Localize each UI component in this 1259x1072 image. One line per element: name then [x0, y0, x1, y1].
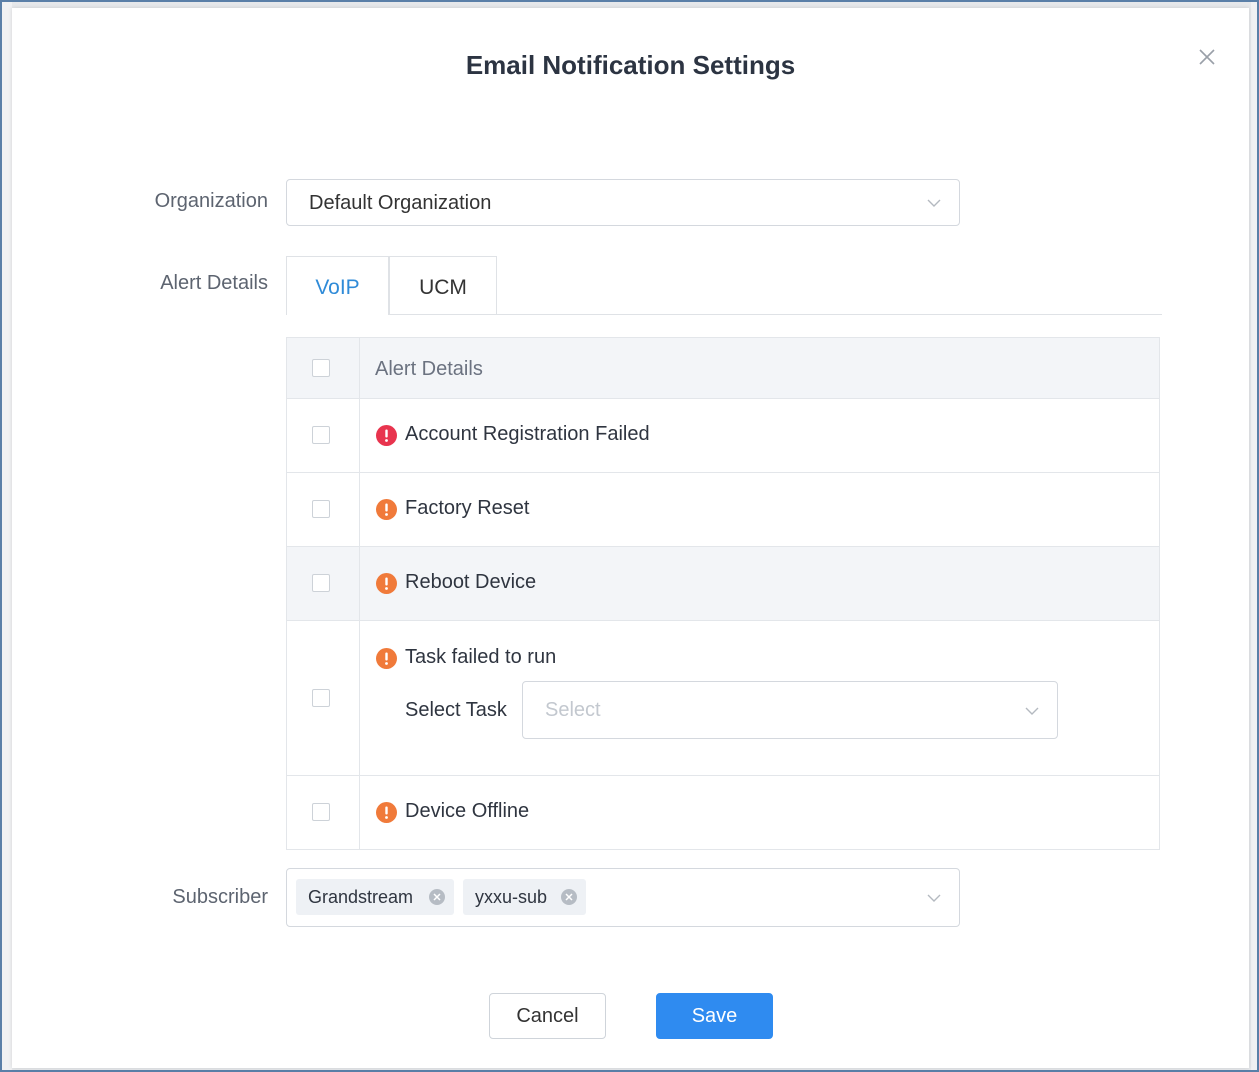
subscriber-select[interactable]: Grandstream yxxu-sub: [286, 868, 960, 927]
save-button[interactable]: Save: [656, 993, 773, 1039]
select-task-placeholder: Select: [545, 699, 601, 721]
remove-tag-icon[interactable]: [429, 889, 445, 905]
row-checkbox[interactable]: [312, 689, 330, 707]
subscriber-tag: yxxu-sub: [463, 879, 586, 915]
remove-tag-icon[interactable]: [561, 889, 577, 905]
subscriber-tag-label: yxxu-sub: [475, 887, 548, 907]
alert-warning-icon: [376, 573, 397, 594]
alert-table: Alert Details Account Registration Faile…: [286, 337, 1160, 850]
organization-label: Organization: [154, 190, 268, 212]
row-checkbox[interactable]: [312, 426, 330, 444]
table-row: Device Offline: [287, 776, 1159, 850]
table-row: Factory Reset: [287, 473, 1159, 547]
select-task-label: Select Task: [405, 699, 507, 721]
tab-ucm[interactable]: UCM: [389, 256, 497, 314]
alert-warning-icon: [376, 648, 397, 669]
select-all-checkbox[interactable]: [312, 359, 330, 377]
alert-warning-icon: [376, 802, 397, 823]
organization-value: Default Organization: [309, 192, 492, 214]
row-checkbox[interactable]: [312, 574, 330, 592]
subscriber-label: Subscriber: [172, 886, 268, 908]
row-checkbox[interactable]: [312, 803, 330, 821]
background-page-left: [2, 2, 12, 1070]
alert-label: Account Registration Failed: [405, 423, 650, 445]
window-border-top: [0, 0, 1259, 2]
table-header-row: Alert Details: [287, 338, 1159, 399]
row-checkbox[interactable]: [312, 500, 330, 518]
select-all-cell: [287, 338, 360, 398]
table-row: Task failed to run Select Task Select: [287, 621, 1159, 776]
subscriber-tag-label: Grandstream: [308, 887, 414, 907]
cancel-button[interactable]: Cancel: [489, 993, 606, 1039]
background-page-right: [1251, 2, 1257, 1070]
table-row: Reboot Device: [287, 547, 1159, 621]
alert-critical-icon: [376, 425, 397, 446]
select-task-dropdown[interactable]: Select: [522, 681, 1058, 739]
table-header-label: Alert Details: [375, 358, 483, 380]
subscriber-tag: Grandstream: [296, 879, 454, 915]
chevron-down-icon: [927, 199, 941, 207]
alert-details-label: Alert Details: [160, 272, 268, 294]
alert-type-tabs: VoIP UCM: [286, 256, 1162, 315]
alert-label: Device Offline: [405, 800, 530, 822]
organization-select[interactable]: Default Organization: [286, 179, 960, 226]
chevron-down-icon: [927, 894, 941, 902]
table-row: Account Registration Failed: [287, 399, 1159, 473]
alert-label: Task failed to run: [405, 646, 557, 668]
dialog-title: Email Notification Settings: [465, 50, 796, 80]
email-notification-dialog: Email Notification Settings Organization…: [12, 8, 1249, 1068]
alert-label: Factory Reset: [405, 497, 530, 519]
alert-label: Reboot Device: [405, 571, 537, 593]
chevron-down-icon: [1025, 707, 1039, 715]
alert-warning-icon: [376, 499, 397, 520]
tab-voip[interactable]: VoIP: [286, 256, 389, 315]
close-icon[interactable]: [1196, 46, 1218, 68]
